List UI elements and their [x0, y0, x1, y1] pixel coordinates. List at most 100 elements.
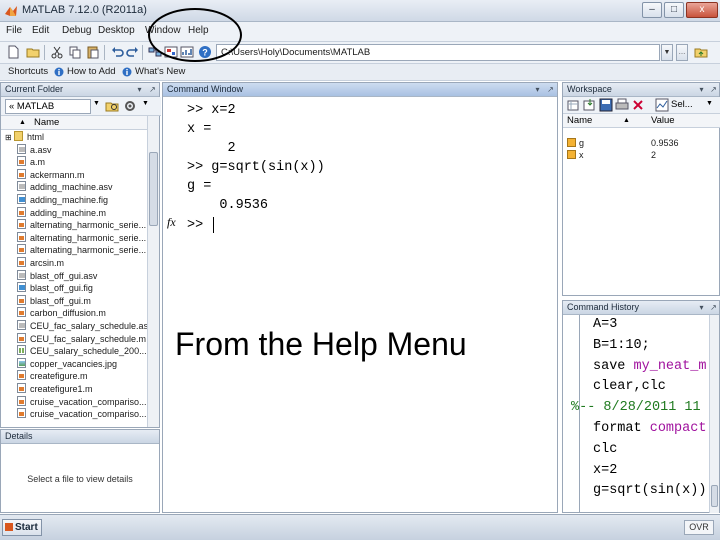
file-row[interactable]: carbon_diffusion.m — [17, 307, 106, 320]
workspace-row[interactable]: x 2 — [563, 149, 719, 161]
print-icon[interactable] — [615, 98, 629, 112]
file-row[interactable]: adding_machine.m — [17, 206, 106, 220]
file-row[interactable]: createfigure1.m — [17, 383, 93, 396]
menu-debug[interactable]: Debug — [62, 25, 91, 36]
paste-icon[interactable] — [86, 45, 100, 59]
breadcrumb-dropdown-icon[interactable]: ▼ — [93, 100, 100, 107]
undock-icon[interactable]: ↗ — [709, 85, 718, 94]
file-row[interactable]: CEU_fac_salary_schedule.asv — [17, 320, 147, 333]
minimize-button[interactable]: – — [642, 2, 662, 18]
file-row[interactable]: adding_machine.fig — [17, 194, 108, 207]
shortcuts-link[interactable]: Shortcuts — [8, 66, 48, 77]
panel-menu-icon[interactable]: ▾ — [533, 85, 542, 94]
file-row[interactable]: copper_vacancies.jpg — [17, 357, 117, 371]
scrollbar-thumb[interactable] — [711, 485, 718, 507]
details-header[interactable]: Details — [1, 430, 159, 444]
file-row[interactable]: adding_machine.asv — [17, 181, 113, 194]
redo-icon[interactable] — [126, 45, 140, 59]
open-folder-icon[interactable] — [26, 45, 40, 59]
history-entry[interactable]: g=sqrt(sin(x)) — [593, 483, 706, 498]
folder-breadcrumb[interactable]: « MATLAB — [5, 99, 91, 114]
matlab-desktop: MATLAB 7.12.0 (R2011a) – □ x File Edit D… — [0, 0, 720, 540]
menu-file[interactable]: File — [6, 25, 22, 36]
history-entry[interactable]: clc — [593, 442, 617, 457]
history-entry[interactable]: x=2 — [593, 463, 617, 478]
file-row[interactable]: arcsin.m — [17, 257, 64, 270]
file-row[interactable]: CEU_fac_salary_schedule.m — [17, 332, 146, 346]
command-prompt[interactable]: >> — [187, 218, 203, 233]
history-session-marker[interactable]: %-- 8/28/2011 11 — [571, 400, 701, 415]
mfile-file-icon — [17, 408, 26, 419]
history-entry[interactable]: save my_neat_m — [593, 359, 706, 374]
history-entry[interactable]: A=3 — [593, 317, 617, 332]
scrollbar-thumb[interactable] — [149, 152, 158, 226]
new-variable-icon[interactable] — [567, 98, 581, 112]
undock-icon[interactable]: ↗ — [148, 85, 157, 94]
menu-edit[interactable]: Edit — [32, 25, 49, 36]
whats-new-link[interactable]: What's New — [135, 66, 185, 77]
history-entry[interactable]: B=1:10; — [593, 338, 650, 353]
file-row[interactable]: a.asv — [17, 143, 52, 157]
file-name: blast_off_gui.fig — [30, 283, 93, 294]
start-button[interactable]: Start — [2, 519, 42, 536]
file-row[interactable]: alternating_harmonic_serie... — [17, 219, 146, 232]
file-row[interactable]: ackermann.m — [17, 168, 85, 182]
menu-desktop[interactable]: Desktop — [98, 25, 135, 36]
cut-icon[interactable] — [50, 45, 64, 59]
select-dropdown-icon[interactable]: ▼ — [706, 100, 713, 107]
asv-file-icon — [17, 269, 26, 280]
command-window-header[interactable]: Command Window — [163, 83, 557, 97]
workspace-header[interactable]: Workspace — [563, 83, 719, 97]
file-row[interactable]: ⊞ html — [5, 131, 44, 144]
history-entry[interactable]: clear,clc — [593, 379, 666, 394]
undo-icon[interactable] — [110, 45, 124, 59]
find-files-icon[interactable] — [105, 99, 119, 113]
file-row[interactable]: cruise_vacation_compariso... — [17, 408, 147, 421]
command-window[interactable]: Command Window ▾ ↗ >> x=2 x = 2 >> g=sqr… — [162, 82, 558, 513]
plot-icon[interactable] — [655, 98, 669, 112]
import-data-icon[interactable] — [583, 98, 597, 112]
select-plot-dropdown[interactable]: Sel... — [671, 99, 693, 110]
name-column-header[interactable]: Name ▲ — [1, 116, 147, 130]
undock-icon[interactable]: ↗ — [709, 303, 718, 312]
history-text: save — [593, 358, 634, 374]
file-row[interactable]: blast_off_gui.asv — [17, 269, 97, 283]
save-workspace-icon[interactable] — [599, 98, 613, 112]
file-list-scrollbar[interactable] — [147, 116, 159, 427]
history-scrollbar[interactable] — [709, 315, 719, 513]
file-row[interactable]: createfigure.m — [17, 370, 88, 383]
file-row[interactable]: CEU_salary_schedule_200... — [17, 345, 147, 358]
file-row[interactable]: alternating_harmonic_serie... — [17, 231, 146, 245]
history-text: format — [593, 421, 650, 436]
expand-icon[interactable]: ⊞ — [5, 133, 14, 142]
new-file-icon[interactable] — [6, 45, 20, 59]
up-folder-icon[interactable] — [694, 45, 708, 59]
folder-actions-icon[interactable] — [123, 99, 137, 113]
file-row[interactable]: a.m — [17, 156, 45, 169]
file-row[interactable]: cruise_vacation_compariso... — [17, 395, 147, 409]
current-folder-input[interactable]: C:\Users\Holy\Documents\MATLAB — [216, 44, 660, 61]
panel-menu-icon[interactable]: ▾ — [135, 85, 144, 94]
delete-icon[interactable] — [631, 98, 645, 112]
maximize-button[interactable]: □ — [664, 2, 684, 18]
browse-folder-button[interactable]: … — [676, 44, 688, 61]
name-column-label: Name — [34, 117, 60, 128]
file-row[interactable]: alternating_harmonic_serie... — [17, 244, 146, 257]
folder-actions-dropdown-icon[interactable]: ▼ — [142, 100, 149, 107]
workspace-row[interactable]: g 0.9536 — [563, 137, 719, 149]
close-button[interactable]: x — [686, 2, 718, 18]
copy-icon[interactable] — [68, 45, 82, 59]
file-row[interactable]: blast_off_gui.m — [17, 294, 91, 308]
file-row[interactable]: blast_off_gui.fig — [17, 282, 93, 295]
folder-history-dropdown[interactable]: ▼ — [661, 44, 673, 61]
panel-menu-icon[interactable]: ▾ — [697, 85, 706, 94]
function-browser-button[interactable]: fx — [167, 215, 176, 230]
command-history-header[interactable]: Command History — [563, 301, 719, 315]
undock-icon[interactable]: ↗ — [546, 85, 555, 94]
panel-menu-icon[interactable]: ▾ — [697, 303, 706, 312]
history-entry[interactable]: format compact — [593, 421, 706, 436]
ws-column-value[interactable]: Value — [651, 114, 675, 128]
file-name: cruise_vacation_compariso... — [30, 396, 147, 407]
how-to-add-link[interactable]: How to Add — [67, 66, 116, 77]
ws-column-name[interactable]: Name — [567, 114, 592, 128]
